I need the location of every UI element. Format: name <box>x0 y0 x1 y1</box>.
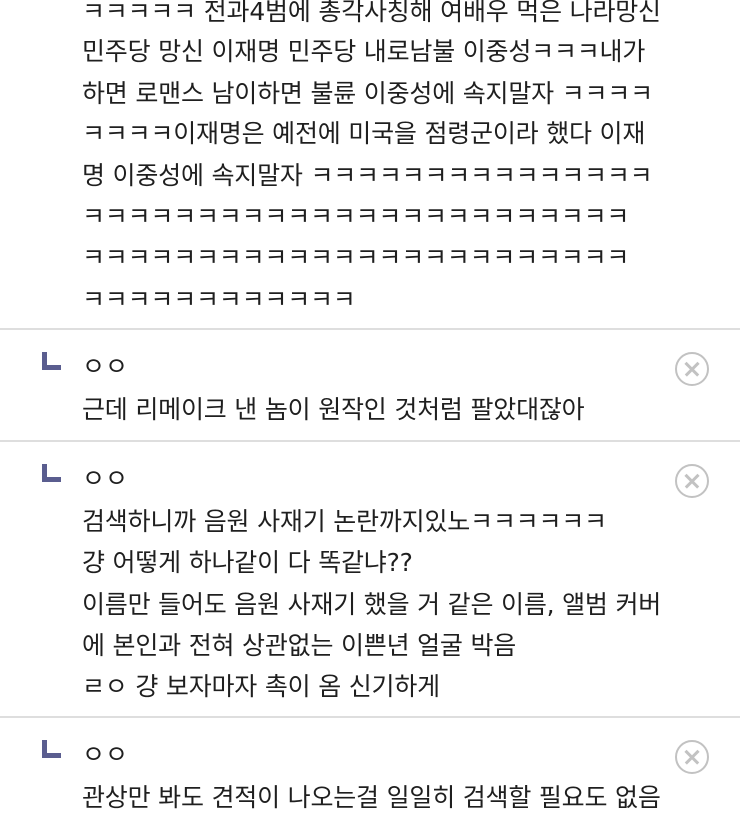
delete-button[interactable] <box>675 464 709 498</box>
reply-author[interactable]: ㅇㅇ <box>82 464 128 494</box>
reply-arrow-icon <box>42 464 62 482</box>
reply-text-line: 이름만 들어도 음원 사재기 했을 거 같은 이름, 앨범 커버 <box>82 590 662 619</box>
reply-comment: ㅇㅇ 검색하니까 음원 사재기 논란까지있노ㅋㅋㅋㅋㅋㅋ 걍 어떻게 하나같이 … <box>0 442 740 716</box>
reply-text-line: 걍 어떻게 하나같이 다 똑같냐?? <box>82 548 413 577</box>
reply-text-line: 검색하니까 음원 사재기 논란까지있노ㅋㅋㅋㅋㅋㅋ <box>82 507 607 536</box>
comment-text-line: ㅋㅋㅋㅋㅋㅋㅋㅋㅋㅋㅋㅋㅋㅋㅋㅋㅋㅋㅋㅋㅋㅋㅋㅋ <box>82 243 630 272</box>
reply-comment: ㅇㅇ 관상만 봐도 견적이 나오는걸 일일히 검색할 필요도 없음 <box>0 718 740 815</box>
reply-text-line: 에 본인과 전혀 상관없는 이쁜년 얼굴 박음 <box>82 631 517 660</box>
comment-text-line: 명 이중성에 속지말자 ㅋㅋㅋㅋㅋㅋㅋㅋㅋㅋㅋㅋㅋㅋㅋ <box>82 161 653 190</box>
reply-arrow-icon <box>42 352 62 370</box>
comment-text-line: ㅋㅋㅋㅋㅋㅋㅋㅋㅋㅋㅋㅋㅋㅋㅋㅋㅋㅋㅋㅋㅋㅋㅋㅋ <box>82 202 630 231</box>
comment-thread: ㅋㅋㅋㅋㅋ 전과4범에 총각사칭해 여배우 먹은 나라망신 민주당 망신 이재명… <box>0 0 740 815</box>
comment-text-line: 하면 로맨스 남이하면 불륜 이중성에 속지말자 ㅋㅋㅋㅋ <box>82 79 653 108</box>
delete-button[interactable] <box>675 740 709 774</box>
comment-text-line: ㅋㅋㅋㅋ이재명은 예전에 미국을 점령군이라 했다 이재 <box>82 119 646 148</box>
reply-text-line: ㄹㅇ 걍 보자마자 촉이 옴 신기하게 <box>82 672 440 701</box>
reply-text-line: 관상만 봐도 견적이 나오는걸 일일히 검색할 필요도 없음 <box>82 783 661 812</box>
comment-text-line: 민주당 망신 이재명 민주당 내로남불 이중성ㅋㅋㅋ내가 <box>82 37 646 66</box>
main-comment: ㅋㅋㅋㅋㅋ 전과4범에 총각사칭해 여배우 먹은 나라망신 민주당 망신 이재명… <box>0 0 740 328</box>
comment-text-line: ㅋㅋㅋㅋㅋ 전과4범에 총각사칭해 여배우 먹은 나라망신 <box>82 0 661 26</box>
comment-text-line: ㅋㅋㅋㅋㅋㅋㅋㅋㅋㅋㅋㅋ <box>82 285 356 314</box>
reply-arrow-icon <box>42 740 62 758</box>
reply-author[interactable]: ㅇㅇ <box>82 352 128 382</box>
delete-button[interactable] <box>675 352 709 386</box>
reply-comment: ㅇㅇ 근데 리메이크 낸 놈이 원작인 것처럼 팔았대잖아 <box>0 330 740 440</box>
reply-text-line: 근데 리메이크 낸 놈이 원작인 것처럼 팔았대잖아 <box>82 395 585 424</box>
reply-author[interactable]: ㅇㅇ <box>82 740 128 770</box>
